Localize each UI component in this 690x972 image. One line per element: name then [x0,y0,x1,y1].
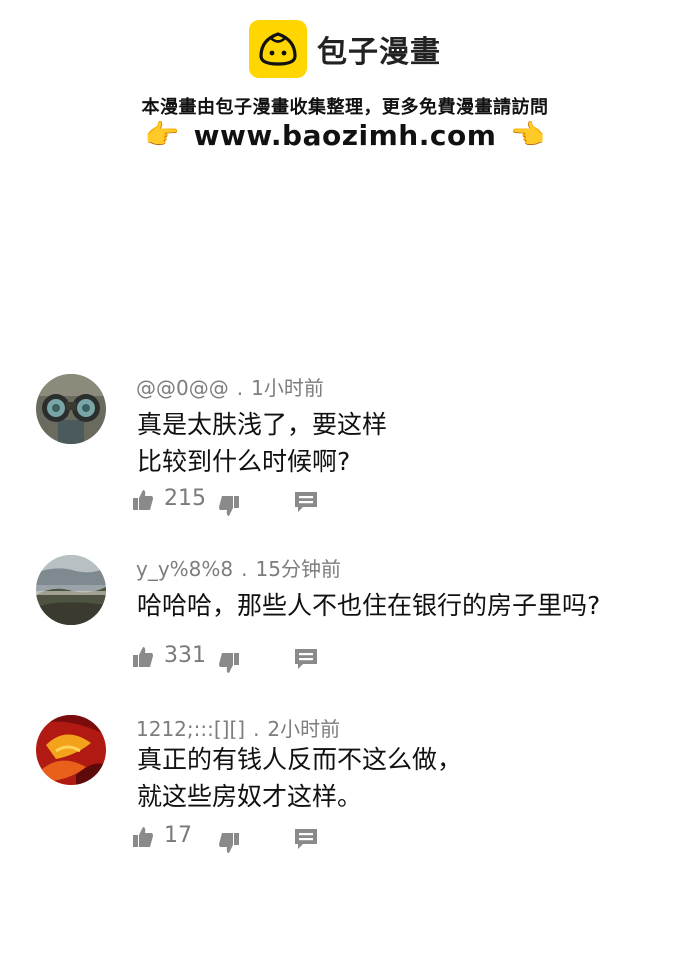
username[interactable]: 1212;:::[][] [136,717,245,741]
thumbs-down-icon[interactable] [219,496,239,516]
thumbs-down-icon[interactable] [219,833,239,853]
comment-line: 就这些房奴才这样。 [137,782,363,811]
site-url-link[interactable]: www.baozimh.com [194,119,497,152]
brand-name: 包子漫畫 [317,35,441,70]
pointing-left-hand-icon: 👈 [510,118,546,151]
timestamp: 1小时前 [251,376,324,400]
comment-actions: 215 [133,486,333,518]
meta-separator: . [236,376,244,400]
like-count: 17 [164,823,192,848]
comment-actions: 17 [133,823,333,855]
meta-separator: . [253,717,260,741]
comment-line: 哈哈哈，那些人不也住在银行的房子里吗? [137,591,601,620]
reply-icon[interactable] [295,649,317,669]
url-row: 👉 www.baozimh.com 👈 [0,118,690,152]
tagline: 本漫畫由包子漫畫收集整理，更多免費漫畫請訪問 [141,97,549,118]
username[interactable]: @@0@@ [136,376,229,400]
baozi-logo-icon [249,20,307,78]
comment-text: 真正的有钱人反而不这么做， 就这些房奴才这样。 [137,741,462,815]
thumbs-up-icon[interactable] [133,647,153,667]
username[interactable]: y_y%8%8 [136,557,233,581]
comment-line: 真正的有钱人反而不这么做， [137,745,463,774]
comment-actions: 331 [133,643,333,675]
comment-meta: @@0@@. 1小时前 [136,372,324,401]
logo-row: 包子漫畫 [0,20,690,78]
comment-text: 哈哈哈，那些人不也住在银行的房子里吗? [137,587,600,624]
thumbs-up-icon[interactable] [133,490,153,510]
thumbs-up-icon[interactable] [133,827,153,847]
timestamp: 2小时前 [267,717,341,741]
comment-line: 比较到什么时候啊? [137,447,351,476]
thumbs-down-icon[interactable] [219,653,239,673]
like-count: 215 [164,486,206,511]
reply-icon[interactable] [295,829,317,849]
comment-meta: 1212;:::[][]. 2小时前 [136,713,340,742]
like-count: 331 [164,643,206,668]
reply-icon[interactable] [295,492,317,512]
timestamp: 15分钟前 [255,557,341,581]
meta-separator: . [241,557,248,581]
avatar[interactable] [36,374,106,444]
comment-text: 真是太肤浅了，要这样 比较到什么时候啊? [137,406,387,480]
comment-line: 真是太肤浅了，要这样 [137,410,388,439]
comment-meta: y_y%8%8. 15分钟前 [136,553,341,582]
pointing-right-hand-icon: 👉 [144,118,180,151]
watermark-header: 包子漫畫 本漫畫由包子漫畫收集整理，更多免費漫畫請訪問 👉 www.baozim… [0,0,690,160]
avatar[interactable] [36,715,106,785]
avatar[interactable] [36,555,106,625]
